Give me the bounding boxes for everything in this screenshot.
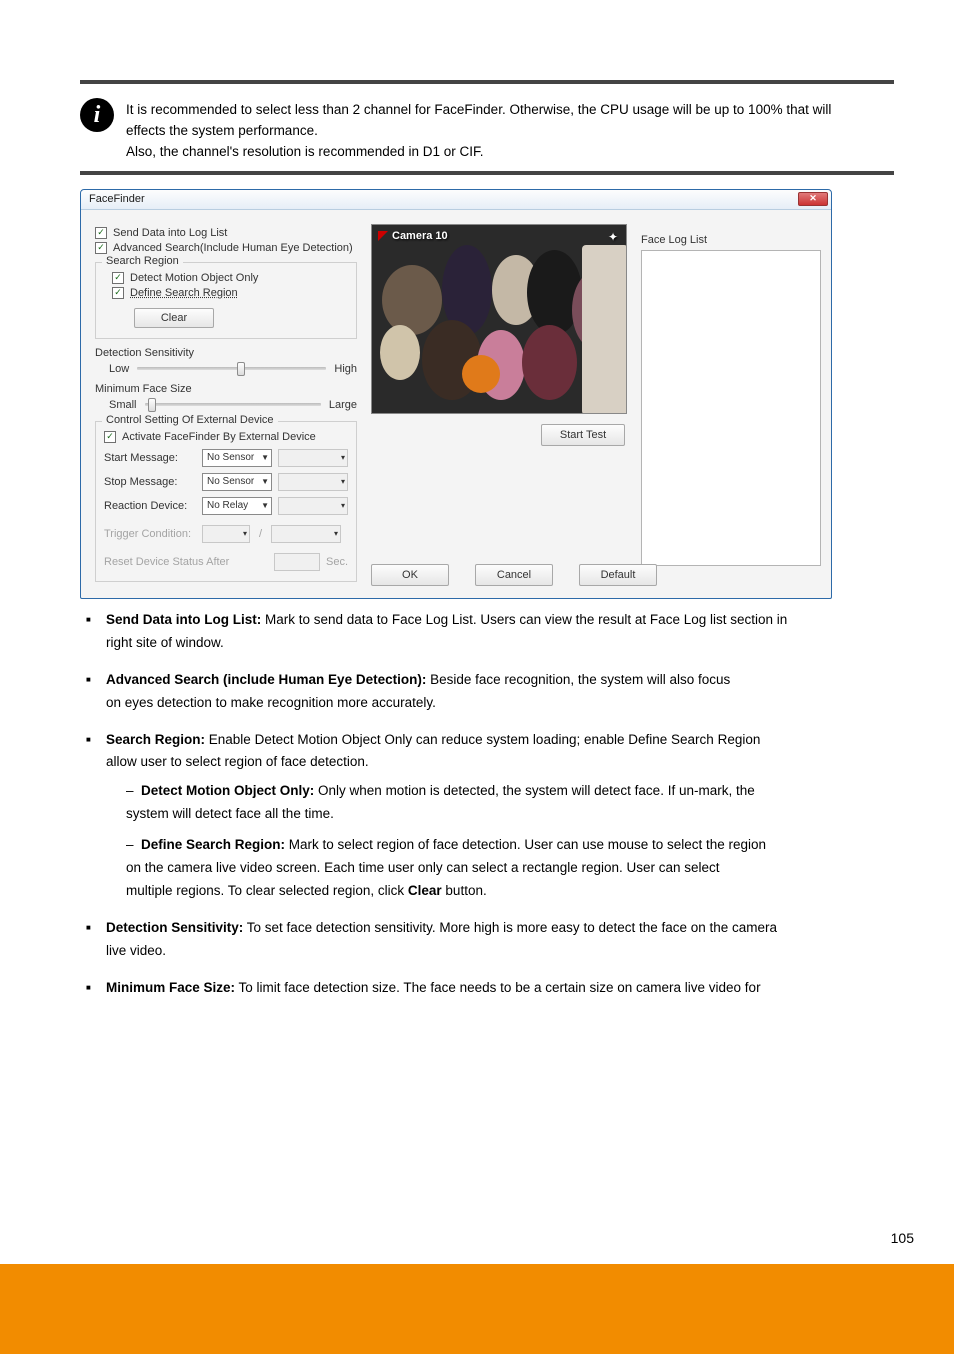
sensitivity-low: Low: [109, 363, 129, 375]
bullet-search-region: Search Region: Enable Detect Motion Obje…: [86, 729, 894, 904]
trigger-cond-2-dropdown: ▾: [271, 525, 341, 543]
trigger-label: Trigger Condition:: [104, 528, 196, 540]
minface-small: Small: [109, 399, 137, 411]
sensitivity-high: High: [334, 363, 357, 375]
reset-label: Reset Device Status After: [104, 556, 229, 568]
minface-slider[interactable]: [145, 403, 321, 406]
bullet-send-data: Send Data into Log List: Mark to send da…: [86, 609, 894, 655]
page-number: 105: [891, 1230, 914, 1246]
bullet-advanced-search: Advanced Search (include Human Eye Detec…: [86, 669, 894, 715]
clear-button[interactable]: Clear: [134, 308, 214, 328]
start-test-button[interactable]: Start Test: [541, 424, 625, 446]
footer-bar: [0, 1264, 954, 1354]
label-define-region: Define Search Region: [130, 287, 238, 299]
checkbox-detect-motion[interactable]: [112, 272, 124, 284]
checkbox-define-region[interactable]: [112, 287, 124, 299]
reaction-value-dropdown[interactable]: ▾: [278, 497, 348, 515]
reset-sec-label: Sec.: [326, 556, 348, 568]
label-activate-ext: Activate FaceFinder By External Device: [122, 431, 316, 443]
bullet-minimum-face-size: Minimum Face Size: To limit face detecti…: [86, 977, 894, 1000]
dialog-title: FaceFinder: [89, 193, 145, 205]
default-button[interactable]: Default: [579, 564, 657, 586]
stop-msg-sensor-dropdown[interactable]: No Sensor▼: [202, 473, 272, 491]
stop-msg-label: Stop Message:: [104, 476, 196, 488]
minface-label: Minimum Face Size: [95, 383, 357, 395]
start-msg-sensor-dropdown[interactable]: No Sensor▼: [202, 449, 272, 467]
info-icon: i: [80, 98, 114, 132]
label-send-log: Send Data into Log List: [113, 227, 227, 239]
reaction-label: Reaction Device:: [104, 500, 196, 512]
camera-status-icon: ✦: [608, 230, 618, 244]
checkbox-activate-ext[interactable]: [104, 431, 116, 443]
camera-preview: Camera 10 ✦: [371, 224, 627, 414]
search-region-legend: Search Region: [102, 255, 183, 267]
start-msg-value-dropdown[interactable]: ▾: [278, 449, 348, 467]
info-note: It is recommended to select less than 2 …: [126, 98, 831, 163]
ext-legend: Control Setting Of External Device: [102, 414, 278, 426]
minface-large: Large: [329, 399, 357, 411]
sensitivity-label: Detection Sensitivity: [95, 347, 357, 359]
cancel-button[interactable]: Cancel: [475, 564, 553, 586]
checkbox-advanced-search[interactable]: [95, 242, 107, 254]
face-log-label: Face Log List: [641, 234, 821, 246]
reset-seconds-input: [274, 553, 320, 571]
start-msg-label: Start Message:: [104, 452, 196, 464]
facefinder-dialog: FaceFinder ✕ Send Data into Log List Adv…: [80, 189, 832, 599]
dialog-titlebar: FaceFinder ✕: [81, 190, 831, 210]
camera-label: Camera 10: [392, 230, 448, 242]
ok-button[interactable]: OK: [371, 564, 449, 586]
close-icon[interactable]: ✕: [798, 192, 828, 206]
subbullet-define-region: – Define Search Region: Mark to select r…: [126, 834, 894, 903]
subbullet-detect-motion: – Detect Motion Object Only: Only when m…: [126, 780, 894, 826]
reaction-relay-dropdown[interactable]: No Relay▼: [202, 497, 272, 515]
stop-msg-value-dropdown[interactable]: ▾: [278, 473, 348, 491]
record-flag-icon: [378, 231, 388, 241]
label-advanced-search: Advanced Search(Include Human Eye Detect…: [113, 242, 353, 254]
bullet-detection-sensitivity: Detection Sensitivity: To set face detec…: [86, 917, 894, 963]
sensitivity-slider[interactable]: [137, 367, 326, 370]
checkbox-send-log[interactable]: [95, 227, 107, 239]
trigger-cond-1-dropdown: ▾: [202, 525, 250, 543]
label-detect-motion: Detect Motion Object Only: [130, 272, 258, 284]
face-log-list: [641, 250, 821, 566]
